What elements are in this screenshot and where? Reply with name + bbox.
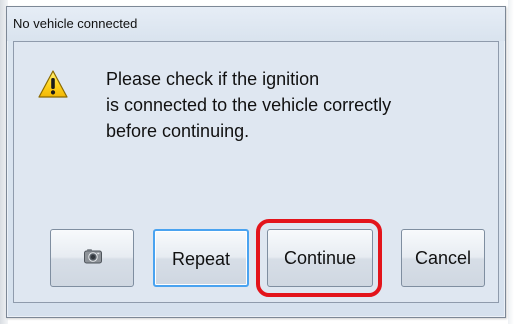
dialog-content: Please check if the ignition is connecte…: [13, 41, 499, 303]
vehicle-connection-dialog: No vehicle connected Please check if the…: [6, 6, 506, 318]
dialog-titlebar: No vehicle connected: [7, 7, 505, 41]
cancel-button-label: Cancel: [414, 248, 472, 268]
camera-icon: [84, 249, 102, 264]
repeat-button-label: Repeat: [171, 249, 231, 269]
warning-icon: [38, 70, 68, 98]
continue-button-label: Continue: [283, 248, 357, 268]
cancel-button[interactable]: Cancel: [401, 229, 485, 287]
message-line-2: is connected to the vehicle correctly: [106, 95, 392, 115]
screen: No vehicle connected Please check if the…: [0, 0, 514, 324]
message-line-1: Please check if the ignition: [106, 69, 320, 89]
repeat-button[interactable]: Repeat: [153, 229, 249, 287]
background-right-edge: [508, 0, 514, 324]
camera-button[interactable]: [50, 229, 134, 287]
continue-button[interactable]: Continue: [267, 229, 373, 287]
dialog-title: No vehicle connected: [13, 16, 138, 31]
dialog-message: Please check if the ignition is connecte…: [106, 66, 486, 144]
message-line-3: before continuing.: [106, 121, 250, 141]
